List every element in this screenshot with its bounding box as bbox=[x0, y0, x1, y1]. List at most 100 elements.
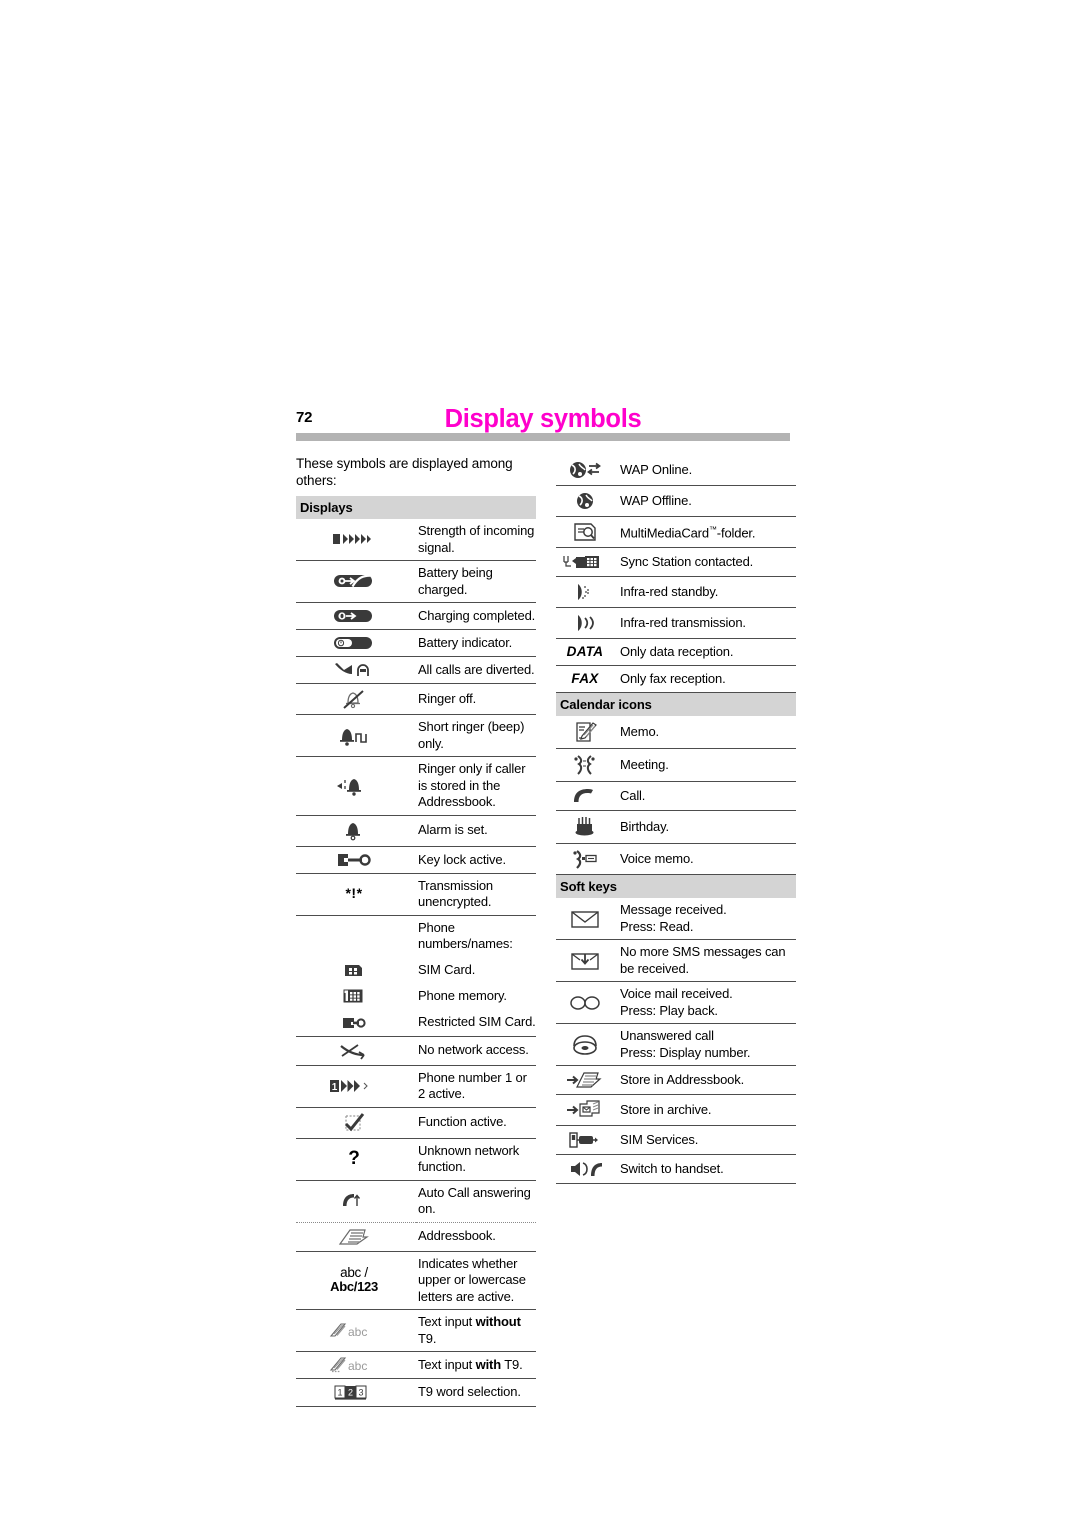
case-line-2: Abc/123 bbox=[330, 1279, 378, 1295]
intro-text: These symbols are displayed among others… bbox=[296, 456, 513, 488]
table-row: Phone numbers/names: bbox=[296, 915, 536, 957]
row-label: Alarm is set. bbox=[416, 815, 536, 847]
fax-glyph: FAX bbox=[571, 671, 599, 686]
table-row: Message received. Press: Read. bbox=[556, 898, 796, 940]
row-label: Restricted SIM Card. bbox=[416, 1009, 536, 1037]
left-column: These symbols are displayed among others… bbox=[296, 455, 536, 1407]
table-row: Short ringer (beep) only. bbox=[296, 714, 536, 758]
row-label: Infra-red standby. bbox=[618, 576, 796, 608]
row-label: Text input with T9. bbox=[416, 1351, 536, 1380]
table-row: abc Text input without T9. bbox=[296, 1309, 536, 1353]
row-label: T9 word selection. bbox=[416, 1378, 536, 1407]
row-label: SIM Services. bbox=[618, 1125, 796, 1155]
t9-word-selection-icon: 1 2 3 bbox=[296, 1378, 416, 1407]
switch-handset-icon bbox=[556, 1154, 618, 1184]
case-line-1: abc / bbox=[340, 1264, 368, 1280]
row-label: Auto Call answering on. bbox=[416, 1180, 536, 1223]
case-indicator-icon: abc / Abc/123 bbox=[296, 1251, 416, 1311]
phone-memory-icon bbox=[296, 983, 416, 1009]
table-row: Restricted SIM Card. bbox=[296, 1009, 536, 1037]
data-glyph: DATA bbox=[566, 644, 604, 659]
row-label: Addressbook. bbox=[416, 1222, 536, 1252]
multimediacard-folder-icon bbox=[556, 516, 618, 548]
table-row: ? Unknown network function. bbox=[296, 1138, 536, 1181]
battery-charged-icon bbox=[296, 602, 416, 630]
wap-online-icon bbox=[556, 455, 618, 486]
addressbook-icon bbox=[296, 1222, 416, 1252]
table-row: Sync Station contacted. bbox=[556, 547, 796, 577]
section-title-calendar: Calendar icons bbox=[556, 692, 796, 716]
store-archive-icon bbox=[556, 1094, 618, 1126]
phone-number-active-icon: 1 bbox=[296, 1065, 416, 1108]
table-row: MultiMediaCard™-folder. bbox=[556, 516, 796, 548]
row-label: Ringer only if caller is stored in the A… bbox=[416, 756, 536, 816]
row-label: WAP Online. bbox=[618, 455, 796, 486]
row-label: Voice memo. bbox=[618, 843, 796, 875]
alarm-icon bbox=[296, 815, 416, 847]
call-icon bbox=[556, 781, 618, 811]
row-label-line1: Message received. bbox=[620, 902, 727, 917]
svg-text:abc: abc bbox=[348, 1325, 367, 1339]
row-label: MultiMediaCard™-folder. bbox=[618, 516, 796, 548]
row-label: Text input without T9. bbox=[416, 1309, 536, 1353]
table-row: Key lock active. bbox=[296, 846, 536, 874]
table-row: WAP Offline. bbox=[556, 485, 796, 517]
store-addressbook-icon bbox=[556, 1065, 618, 1095]
table-row: Voice mail received. Press: Play back. bbox=[556, 981, 796, 1024]
table-row: Switch to handset. bbox=[556, 1154, 796, 1184]
infrared-standby-icon bbox=[556, 576, 618, 608]
connection-icons-table: WAP Online. WAP Offline. MultiMediaCard™… bbox=[556, 455, 796, 1184]
unknown-function-icon: ? bbox=[296, 1138, 416, 1181]
row-label: Ringer off. bbox=[416, 683, 536, 716]
row-label: Charging completed. bbox=[416, 602, 536, 630]
row-label-html: Text input with T9. bbox=[418, 1357, 523, 1373]
manual-page: 72 Display symbols These symbols are dis… bbox=[0, 0, 1080, 1528]
short-ringer-icon bbox=[296, 714, 416, 758]
unanswered-call-icon bbox=[556, 1023, 618, 1066]
no-network-icon bbox=[296, 1036, 416, 1066]
row-label: All calls are diverted. bbox=[416, 656, 536, 685]
row-label: Infra-red transmission. bbox=[618, 607, 796, 639]
table-row: 1 Phone number 1 or 2 active. bbox=[296, 1065, 536, 1108]
table-row: FAX Only fax reception. bbox=[556, 665, 796, 693]
row-label: Sync Station contacted. bbox=[618, 547, 796, 577]
row-label: Strength of incoming signal. bbox=[416, 519, 536, 561]
sync-station-icon bbox=[556, 547, 618, 577]
table-row: Ringer off. bbox=[296, 683, 536, 716]
message-received-icon bbox=[556, 898, 618, 940]
table-row: Alarm is set. bbox=[296, 815, 536, 847]
ringer-addressbook-icon bbox=[296, 756, 416, 816]
table-row: Battery being charged. bbox=[296, 560, 536, 603]
row-label: Key lock active. bbox=[416, 846, 536, 874]
row-label: Store in archive. bbox=[618, 1094, 796, 1126]
battery-indicator-icon bbox=[296, 629, 416, 657]
svg-text:abc: abc bbox=[348, 1359, 367, 1373]
row-label: Phone memory. bbox=[418, 988, 507, 1004]
table-row: Function active. bbox=[296, 1107, 536, 1139]
text-input-no-t9-icon: abc bbox=[296, 1309, 416, 1353]
restricted-sim-icon bbox=[296, 1009, 416, 1037]
unencrypted-glyph: *!* bbox=[345, 885, 363, 902]
row-label: Only fax reception. bbox=[618, 665, 796, 693]
table-row: Store in archive. bbox=[556, 1094, 796, 1126]
table-row: DATA Only data reception. bbox=[556, 638, 796, 666]
row-label: Birthday. bbox=[618, 810, 796, 844]
row-label: WAP Offline. bbox=[618, 485, 796, 517]
function-active-icon bbox=[296, 1107, 416, 1139]
row-label: Battery indicator. bbox=[416, 629, 536, 657]
ringer-off-icon bbox=[296, 683, 416, 716]
row-label: Phone numbers/names: bbox=[418, 919, 513, 952]
table-row: Strength of incoming signal. bbox=[296, 519, 536, 561]
section-header-displays: Displays bbox=[296, 496, 536, 519]
row-label-html: Text input without T9. bbox=[418, 1314, 521, 1346]
table-row: Infra-red standby. bbox=[556, 576, 796, 608]
signal-strength-icon bbox=[296, 519, 416, 561]
row-label: Unknown network function. bbox=[416, 1138, 536, 1181]
question-mark-glyph: ? bbox=[348, 1148, 360, 1170]
section-header-softkeys: Soft keys bbox=[556, 874, 796, 898]
row-label: No network access. bbox=[416, 1036, 536, 1066]
section-header-calendar: Calendar icons bbox=[556, 692, 796, 716]
page-title: Display symbols bbox=[444, 405, 642, 433]
table-row: 1 2 3 T9 word selection. bbox=[296, 1378, 536, 1407]
table-row: Auto Call answering on. bbox=[296, 1180, 536, 1223]
